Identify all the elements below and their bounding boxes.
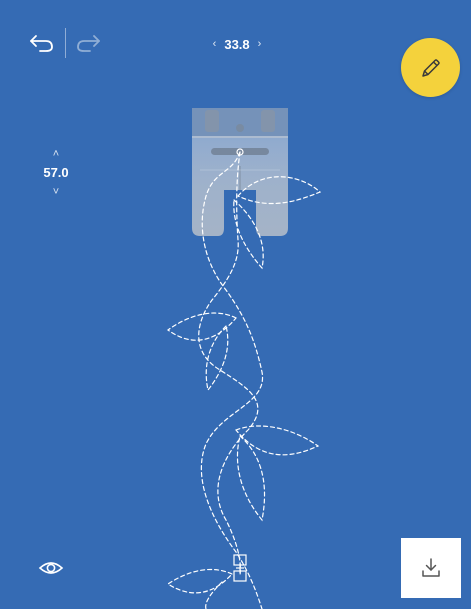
stitch-cursor[interactable] (233, 554, 247, 582)
stitch-width-control: ˄ 57.0 ˅ (30, 146, 82, 208)
stitch-width-value: 57.0 (43, 165, 69, 180)
download-button[interactable] (401, 538, 461, 598)
stitch-width-increase-button[interactable]: ˄ (30, 146, 82, 162)
redo-icon (77, 35, 100, 52)
toolbar-divider (65, 28, 66, 58)
download-icon (422, 558, 440, 577)
stitch-length-decrease-button[interactable]: ‹ (213, 38, 217, 50)
stitch-width-decrease-button[interactable]: ˅ (30, 184, 82, 200)
stitch-canvas[interactable] (0, 0, 471, 609)
stitch-length-increase-button[interactable]: › (258, 38, 262, 50)
undo-button[interactable] (28, 30, 56, 56)
eye-icon (38, 562, 64, 574)
stitch-pattern (166, 151, 322, 609)
stitch-length-value: 33.8 (224, 36, 250, 52)
redo-button[interactable] (74, 30, 102, 56)
preview-toggle-button[interactable] (37, 557, 65, 579)
pencil-icon (421, 58, 440, 77)
stitch-length-control: ‹ 33.8 › (204, 34, 270, 54)
stitch-editor-screen: ‹ 33.8 › ˄ 57.0 ˅ (0, 0, 471, 609)
undo-icon (30, 35, 53, 52)
edit-button[interactable] (401, 38, 460, 97)
presser-foot (192, 108, 288, 236)
